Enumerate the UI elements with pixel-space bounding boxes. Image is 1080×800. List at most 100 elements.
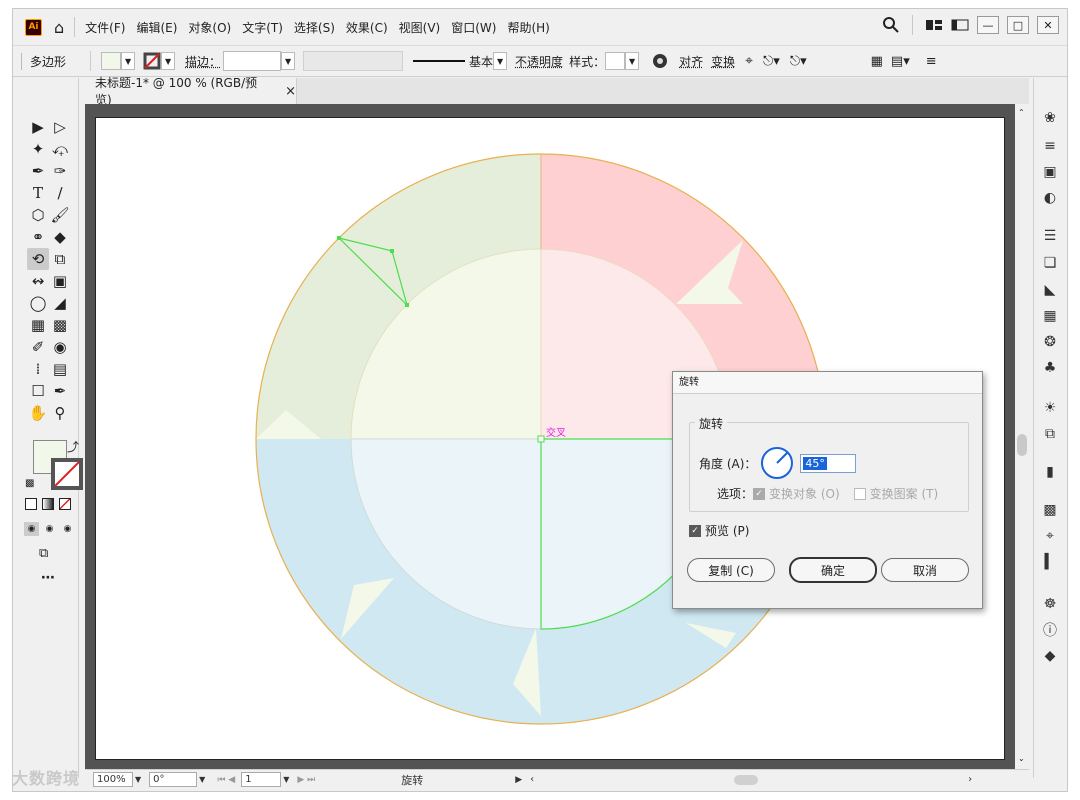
copy-button[interactable]: 复制 (C) bbox=[687, 558, 775, 582]
document-tab[interactable]: 未标题-1* @ 100 % (RGB/预览) × bbox=[85, 76, 297, 107]
anchor-point[interactable] bbox=[405, 303, 409, 307]
stroke-weight-input[interactable] bbox=[223, 51, 282, 71]
stroke-panel-icon[interactable]: ≡ bbox=[1039, 136, 1061, 156]
envelope-icon[interactable]: ⎋▾ bbox=[790, 54, 807, 69]
center-anchor[interactable] bbox=[537, 435, 545, 443]
page-field[interactable]: 1 bbox=[241, 772, 282, 787]
draw-inside-icon[interactable]: ◉ bbox=[60, 522, 75, 536]
scroll-left-icon[interactable]: ‹ bbox=[530, 774, 534, 785]
stroke-weight-dropdown[interactable]: ▼ bbox=[281, 52, 296, 70]
magic-wand-icon[interactable]: ✦ bbox=[27, 138, 49, 160]
color-guide-icon[interactable]: ❀ bbox=[1039, 108, 1061, 128]
shaper-tool-icon[interactable]: ⚭ bbox=[27, 226, 49, 248]
first-page-icon[interactable]: ⏮ ◀ bbox=[217, 775, 235, 785]
mesh-tool-icon[interactable]: ▦ bbox=[27, 314, 49, 336]
navigator-icon[interactable]: ☸ bbox=[1039, 594, 1061, 614]
club-symbols-icon[interactable]: ♣ bbox=[1039, 358, 1061, 378]
align-link[interactable]: 对齐 bbox=[679, 53, 703, 70]
pages-icon[interactable]: ❏ bbox=[1039, 253, 1061, 273]
width-tool-icon[interactable]: ↭ bbox=[27, 270, 49, 292]
menu-object[interactable]: 对象(O) bbox=[188, 19, 231, 36]
angle-dial-icon[interactable] bbox=[760, 446, 794, 480]
stroke-none-icon[interactable] bbox=[143, 52, 161, 70]
pen-tool-icon[interactable]: ✒ bbox=[27, 160, 49, 182]
column-graph-icon[interactable]: ▤ bbox=[49, 358, 71, 380]
stroke-style-dropdown[interactable]: ▼ bbox=[493, 52, 508, 70]
eyedropper-icon[interactable]: ✐ bbox=[27, 336, 49, 358]
close-window-button[interactable]: ✕ bbox=[1037, 16, 1059, 34]
info-icon[interactable]: ⓘ bbox=[1039, 620, 1061, 640]
search-icon[interactable] bbox=[882, 16, 900, 34]
page-dropdown-icon[interactable]: ▼ bbox=[283, 775, 289, 784]
angle-input[interactable]: 45° bbox=[800, 453, 857, 473]
symbol-sprayer-icon[interactable]: ⁞ bbox=[27, 358, 49, 380]
polygon-tool-icon[interactable]: ⬡ bbox=[27, 204, 49, 226]
stroke-dropdown[interactable]: ▼ bbox=[161, 52, 176, 70]
align-panel-icon[interactable]: ▍ bbox=[1039, 552, 1061, 572]
cancel-button[interactable]: 取消 bbox=[881, 558, 969, 582]
hand-tool-icon[interactable]: ✋ bbox=[27, 402, 49, 424]
anchor-point[interactable] bbox=[390, 249, 394, 253]
menu-type[interactable]: 文字(T) bbox=[242, 19, 283, 36]
screen-mode-icon[interactable]: ⧉ bbox=[39, 546, 48, 561]
properties-icon[interactable]: ☰ bbox=[1039, 226, 1061, 246]
gradient-tool-icon[interactable]: ▩ bbox=[49, 314, 71, 336]
stroke-color-box[interactable] bbox=[51, 458, 83, 490]
transform-objects-checkbox[interactable]: ✓ bbox=[753, 487, 766, 500]
scroll-right-icon[interactable]: › bbox=[968, 774, 972, 785]
gradient-mode-icon[interactable] bbox=[42, 498, 54, 510]
shape-builder-icon[interactable]: ◯ bbox=[27, 292, 49, 314]
preview-checkbox[interactable]: ✓ bbox=[689, 524, 701, 537]
transform-patterns-checkbox[interactable] bbox=[853, 487, 866, 500]
free-transform-icon[interactable]: ▣ bbox=[49, 270, 71, 292]
maximize-button[interactable]: □ bbox=[1007, 16, 1029, 34]
vertical-scrollbar[interactable]: ⌃ ⌄ bbox=[1015, 104, 1029, 769]
panel-options-icon[interactable]: ▤▾ bbox=[891, 54, 910, 69]
close-tab-icon[interactable]: × bbox=[285, 84, 296, 99]
puppet-warp-icon[interactable]: ⌖ bbox=[745, 53, 753, 69]
lasso-icon[interactable]: ⤽ bbox=[49, 138, 71, 160]
draw-behind-icon[interactable]: ◉ bbox=[42, 522, 57, 536]
eraser-icon[interactable]: ◆ bbox=[49, 226, 71, 248]
slice-tool-icon[interactable]: ✒ bbox=[49, 380, 71, 402]
paintbrush-icon[interactable]: 🖌 bbox=[49, 204, 71, 226]
draw-normal-icon[interactable]: ◉ bbox=[24, 522, 39, 536]
menu-edit[interactable]: 编辑(E) bbox=[136, 19, 177, 36]
transform-panel-icon[interactable]: ⌖ bbox=[1039, 526, 1061, 546]
menu-window[interactable]: 窗口(W) bbox=[451, 19, 496, 36]
arrange-documents-icon[interactable] bbox=[951, 18, 969, 32]
workspace-icon[interactable] bbox=[925, 18, 943, 32]
status-menu-icon[interactable]: ▶ bbox=[515, 775, 522, 785]
graphic-styles-icon[interactable]: ⧉ bbox=[1039, 424, 1061, 444]
rotation-field[interactable]: 0° bbox=[149, 772, 198, 787]
default-colors-icon[interactable]: ▩ bbox=[25, 478, 34, 489]
selection-tool-icon[interactable]: ▶ bbox=[27, 116, 49, 138]
next-page-icon[interactable]: ▶ ⏭ bbox=[297, 775, 315, 785]
isolate-object-icon[interactable]: ⎋▾ bbox=[763, 54, 780, 69]
scale-tool-icon[interactable]: ⧉ bbox=[49, 248, 71, 270]
artboard-tool-icon[interactable]: ☐ bbox=[27, 380, 49, 402]
swatches-icon[interactable]: ▦ bbox=[1039, 306, 1061, 326]
zoom-field[interactable]: 100% bbox=[93, 772, 133, 787]
ok-button[interactable]: 确定 bbox=[789, 557, 877, 583]
variable-width-profile[interactable] bbox=[303, 51, 404, 71]
none-mode-icon[interactable] bbox=[59, 498, 71, 510]
minimize-button[interactable]: — bbox=[977, 16, 999, 34]
home-icon[interactable]: ⌂ bbox=[54, 18, 64, 37]
graphic-style-swatch[interactable] bbox=[605, 52, 626, 70]
layers-icon[interactable]: ◆ bbox=[1039, 646, 1061, 666]
line-tool-icon[interactable]: ∕ bbox=[49, 182, 71, 204]
rotate-tool-icon[interactable]: ⟲ bbox=[27, 248, 49, 270]
horizontal-scroll-thumb[interactable] bbox=[734, 774, 759, 785]
type-tool-icon[interactable]: T bbox=[27, 182, 49, 204]
comments-icon[interactable]: ▮ bbox=[1039, 462, 1061, 482]
appearance-icon[interactable]: ☀ bbox=[1039, 398, 1061, 418]
brushes-icon[interactable]: ◣ bbox=[1039, 280, 1061, 300]
perspective-grid-icon[interactable]: ◢ bbox=[49, 292, 71, 314]
menu-file[interactable]: 文件(F) bbox=[85, 19, 125, 36]
transparency-panel-icon[interactable]: ◐ bbox=[1039, 188, 1061, 208]
menu-help[interactable]: 帮助(H) bbox=[507, 19, 549, 36]
gradient-panel-icon[interactable]: ▣ bbox=[1039, 162, 1061, 182]
fill-swatch[interactable] bbox=[101, 52, 122, 70]
menu-effect[interactable]: 效果(C) bbox=[346, 19, 388, 36]
